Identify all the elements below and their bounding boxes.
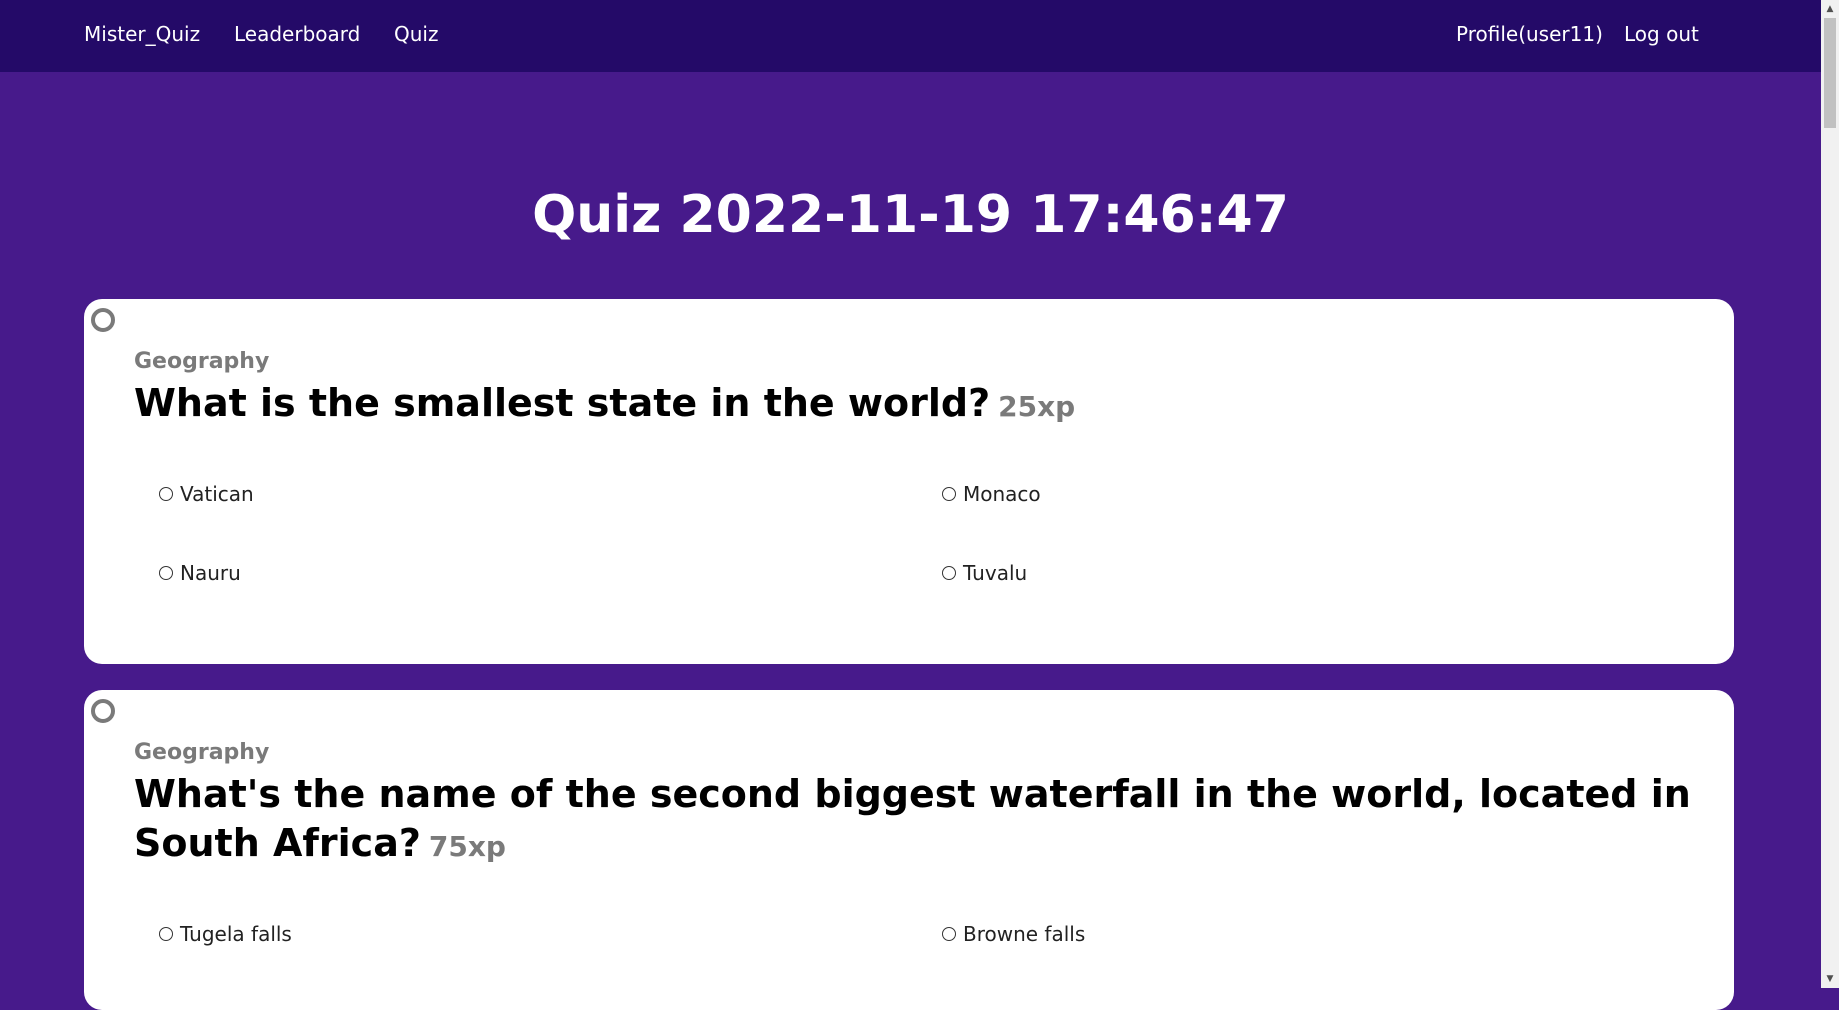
question-text: What's the name of the second biggest wa… (134, 770, 1714, 871)
question-text: What is the smallest state in the world?… (134, 379, 1714, 431)
answer-option[interactable]: Nauru (159, 561, 241, 585)
scrollbar-thumb[interactable] (1824, 18, 1836, 128)
answer-option[interactable]: Monaco (942, 482, 1041, 506)
answer-option-label: Vatican (180, 482, 254, 506)
answer-option[interactable]: Tugela falls (159, 922, 292, 946)
page-title: Quiz 2022-11-19 17:46:47 (532, 185, 1289, 245)
radio-button[interactable] (159, 487, 173, 501)
nav-profile-link[interactable]: Profile(user11) (1456, 22, 1603, 46)
radio-button[interactable] (159, 927, 173, 941)
radio-button[interactable] (159, 566, 173, 580)
question-xp: 75xp (428, 830, 506, 863)
answer-option-label: Monaco (963, 482, 1041, 506)
radio-button[interactable] (942, 566, 956, 580)
radio-button[interactable] (942, 487, 956, 501)
circle-outline-icon (91, 699, 115, 723)
question-card: Geography What's the name of the second … (84, 690, 1734, 1010)
question-text-label: What's the name of the second biggest wa… (134, 772, 1691, 865)
nav-logout-link[interactable]: Log out (1624, 22, 1699, 46)
question-category: Geography (134, 740, 270, 765)
nav-brand-link[interactable]: Mister_Quiz (84, 22, 200, 46)
vertical-scrollbar[interactable]: ▲ ▼ (1821, 0, 1839, 988)
answer-option-label: Tugela falls (180, 922, 292, 946)
arrow-down-icon[interactable]: ▼ (1821, 970, 1839, 988)
answer-option[interactable]: Browne falls (942, 922, 1085, 946)
circle-outline-icon (91, 308, 115, 332)
radio-button[interactable] (942, 927, 956, 941)
question-card: Geography What is the smallest state in … (84, 299, 1734, 664)
arrow-up-icon[interactable]: ▲ (1821, 0, 1839, 18)
answer-option[interactable]: Tuvalu (942, 561, 1027, 585)
navbar: Mister_Quiz Leaderboard Quiz Profile(use… (0, 0, 1821, 72)
question-xp: 25xp (998, 390, 1076, 423)
answer-option-label: Tuvalu (963, 561, 1028, 585)
nav-quiz-link[interactable]: Quiz (394, 22, 438, 46)
answer-option-label: Nauru (180, 561, 241, 585)
answer-option-label: Browne falls (963, 922, 1086, 946)
nav-leaderboard-link[interactable]: Leaderboard (234, 22, 360, 46)
question-category: Geography (134, 349, 270, 374)
question-text-label: What is the smallest state in the world? (134, 381, 991, 425)
answer-option[interactable]: Vatican (159, 482, 254, 506)
